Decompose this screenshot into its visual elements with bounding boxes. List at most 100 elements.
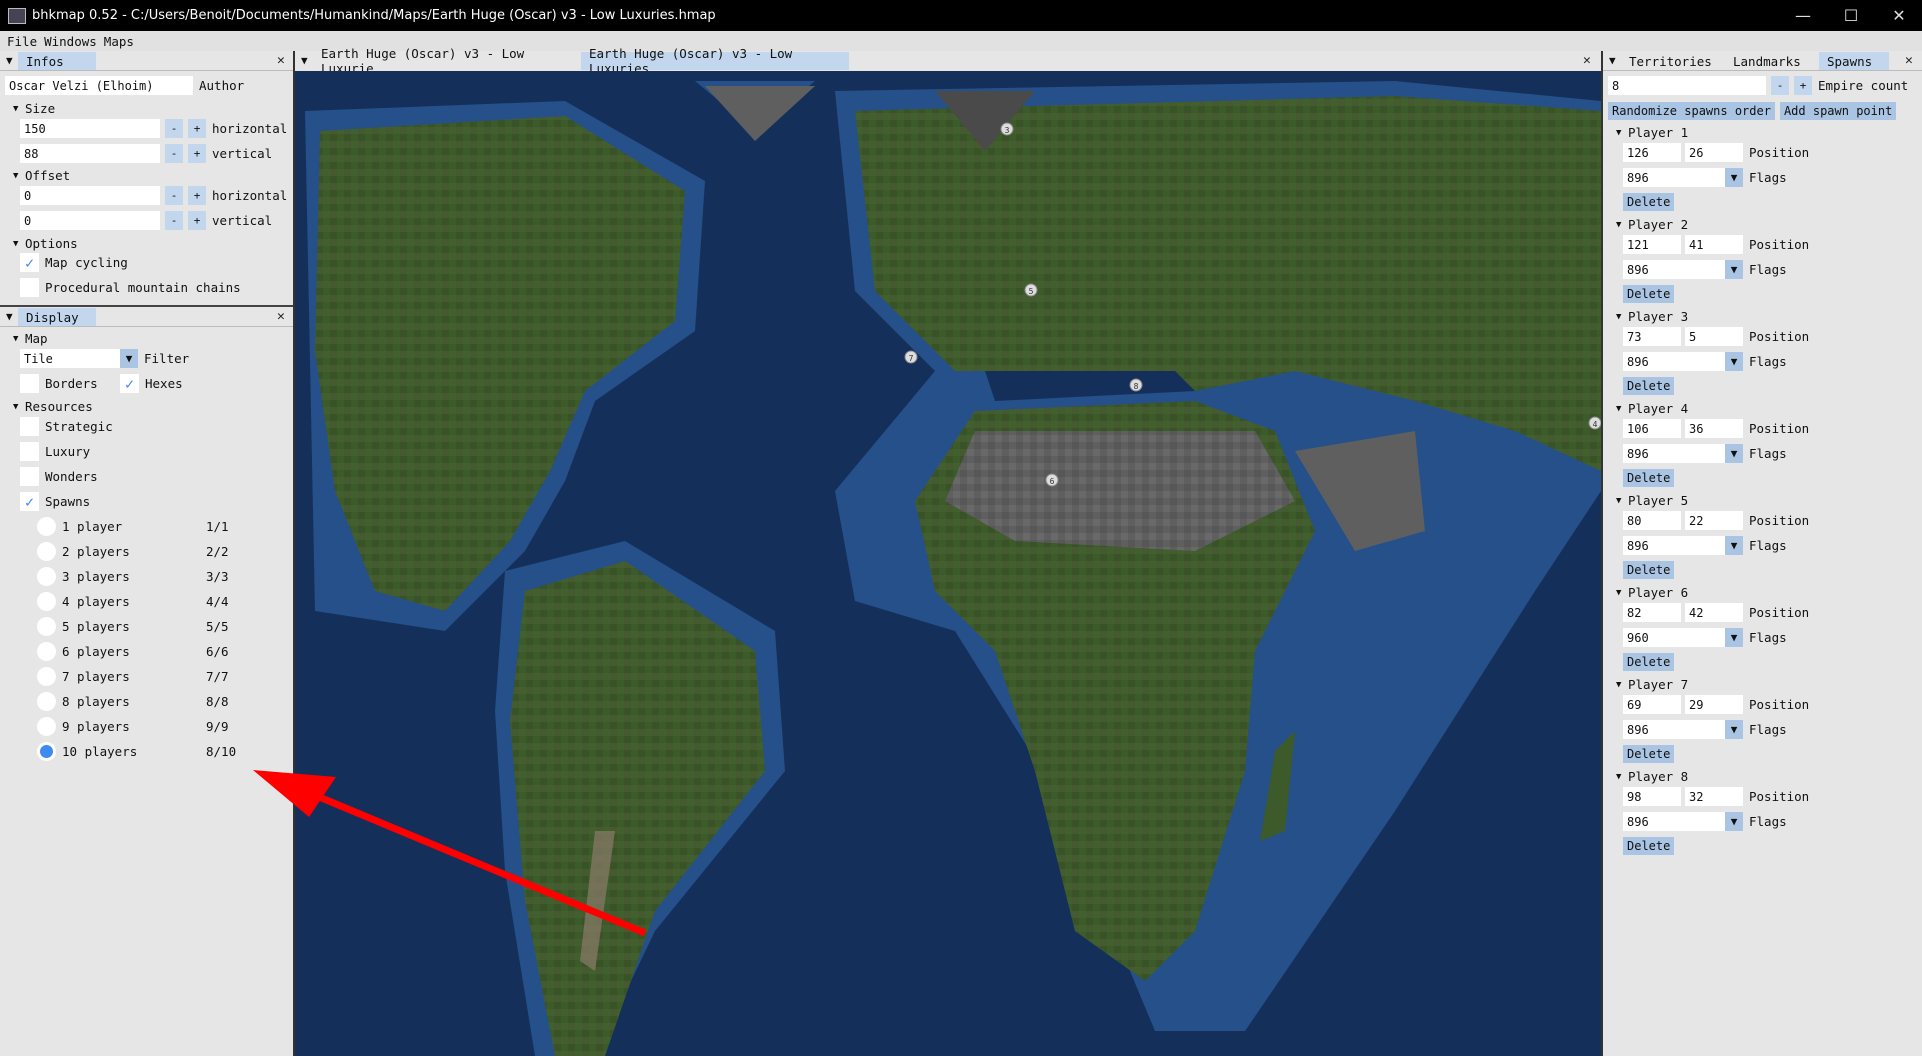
players-6-radio[interactable] [37,642,56,661]
size-h-minus-button[interactable]: - [165,119,183,138]
delete-spawn-button[interactable]: Delete [1623,745,1675,763]
delete-spawn-button[interactable]: Delete [1623,561,1675,579]
empire-count-plus-button[interactable]: + [1794,76,1812,95]
player-collapse-icon[interactable]: ▼ [1616,128,1628,138]
dropdown-arrow-icon[interactable]: ▼ [1725,352,1743,371]
player-header[interactable]: Player 3 [1628,309,1688,324]
player-header[interactable]: Player 4 [1628,401,1688,416]
player-header[interactable]: Player 8 [1628,769,1688,784]
player-x-input[interactable]: 106 [1623,419,1681,438]
offset-collapse-icon[interactable]: ▼ [13,171,25,181]
player-x-input[interactable]: 121 [1623,235,1681,254]
tab-spawns[interactable]: Spawns [1819,52,1889,70]
dropdown-arrow-icon[interactable]: ▼ [1725,628,1743,647]
player-collapse-icon[interactable]: ▼ [1616,312,1628,322]
panel-menu-icon[interactable]: ▼ [1609,54,1616,67]
players-8-radio[interactable] [37,692,56,711]
spawns-checkbox[interactable]: ✓ [20,492,39,511]
resources-collapse-icon[interactable]: ▼ [13,402,25,412]
randomize-spawns-button[interactable]: Randomize spawns order [1608,102,1775,120]
empire-count-minus-button[interactable]: - [1771,76,1789,95]
player-y-input[interactable]: 41 [1685,235,1743,254]
maximize-button[interactable]: ☐ [1828,0,1874,31]
map-header[interactable]: Map [25,331,48,346]
flags-dropdown[interactable]: 896 ▼ [1623,812,1743,831]
player-y-input[interactable]: 29 [1685,695,1743,714]
players-4-radio[interactable] [37,592,56,611]
player-header[interactable]: Player 7 [1628,677,1688,692]
size-header[interactable]: Size [25,101,55,116]
menu-file[interactable]: File [0,34,37,49]
player-collapse-icon[interactable]: ▼ [1616,680,1628,690]
player-y-input[interactable]: 5 [1685,327,1743,346]
dropdown-arrow-icon[interactable]: ▼ [1725,168,1743,187]
player-x-input[interactable]: 69 [1623,695,1681,714]
player-header[interactable]: Player 6 [1628,585,1688,600]
borders-checkbox[interactable] [20,374,39,393]
delete-spawn-button[interactable]: Delete [1623,193,1675,211]
menu-maps[interactable]: Maps [97,34,134,49]
dropdown-arrow-icon[interactable]: ▼ [1725,444,1743,463]
offset-h-minus-button[interactable]: - [165,186,183,205]
close-right-panel-icon[interactable]: ✕ [1905,53,1913,68]
size-h-plus-button[interactable]: + [188,119,206,138]
delete-spawn-button[interactable]: Delete [1623,285,1675,303]
tab-infos[interactable]: Infos [18,52,96,70]
player-x-input[interactable]: 126 [1623,143,1681,162]
flags-dropdown[interactable]: 896 ▼ [1623,536,1743,555]
tab-display[interactable]: Display [18,308,96,326]
flags-dropdown[interactable]: 896 ▼ [1623,720,1743,739]
resources-header[interactable]: Resources [25,399,93,414]
player-collapse-icon[interactable]: ▼ [1616,496,1628,506]
flags-dropdown[interactable]: 896 ▼ [1623,168,1743,187]
tab-map-1[interactable]: Earth Huge (Oscar) v3 - Low Luxurie… [313,46,579,76]
map-cycling-checkbox[interactable]: ✓ [20,253,39,272]
offset-h-plus-button[interactable]: + [188,186,206,205]
size-vertical-input[interactable]: 88 [20,144,160,163]
wonders-checkbox[interactable] [20,467,39,486]
player-y-input[interactable]: 42 [1685,603,1743,622]
player-y-input[interactable]: 36 [1685,419,1743,438]
empire-count-input[interactable]: 8 [1608,76,1766,95]
options-header[interactable]: Options [25,236,78,251]
dropdown-arrow-icon[interactable]: ▼ [1725,260,1743,279]
player-collapse-icon[interactable]: ▼ [1616,772,1628,782]
size-v-plus-button[interactable]: + [188,144,206,163]
size-horizontal-input[interactable]: 150 [20,119,160,138]
close-map-icon[interactable]: ✕ [1583,53,1591,68]
tile-dropdown[interactable]: Tile ▼ [20,349,138,368]
flags-dropdown[interactable]: 960 ▼ [1623,628,1743,647]
players-5-radio[interactable] [37,617,56,636]
minimize-button[interactable]: — [1780,0,1826,31]
flags-dropdown[interactable]: 896 ▼ [1623,260,1743,279]
offset-v-minus-button[interactable]: - [165,211,183,230]
close-infos-icon[interactable]: ✕ [277,53,285,68]
delete-spawn-button[interactable]: Delete [1623,837,1675,855]
player-y-input[interactable]: 26 [1685,143,1743,162]
tab-map-2[interactable]: Earth Huge (Oscar) v3 - Low Luxuries [581,46,849,76]
player-collapse-icon[interactable]: ▼ [1616,220,1628,230]
procedural-checkbox[interactable] [20,278,39,297]
add-spawn-point-button[interactable]: Add spawn point [1779,102,1897,120]
author-input[interactable]: Oscar Velzi (Elhoim) [5,76,193,95]
dropdown-arrow-icon[interactable]: ▼ [120,349,138,368]
map-collapse-icon[interactable]: ▼ [13,334,25,344]
offset-header[interactable]: Offset [25,168,70,183]
delete-spawn-button[interactable]: Delete [1623,469,1675,487]
world-map[interactable]: 3 5 7 8 6 4 [295,71,1601,1056]
menu-windows[interactable]: Windows [37,34,97,49]
size-v-minus-button[interactable]: - [165,144,183,163]
dropdown-arrow-icon[interactable]: ▼ [1725,536,1743,555]
options-collapse-icon[interactable]: ▼ [13,239,25,249]
close-display-icon[interactable]: ✕ [277,309,285,324]
players-3-radio[interactable] [37,567,56,586]
player-x-input[interactable]: 82 [1623,603,1681,622]
players-9-radio[interactable] [37,717,56,736]
players-7-radio[interactable] [37,667,56,686]
player-x-input[interactable]: 73 [1623,327,1681,346]
player-collapse-icon[interactable]: ▼ [1616,404,1628,414]
dropdown-arrow-icon[interactable]: ▼ [1725,720,1743,739]
player-collapse-icon[interactable]: ▼ [1616,588,1628,598]
player-header[interactable]: Player 5 [1628,493,1688,508]
player-x-input[interactable]: 98 [1623,787,1681,806]
